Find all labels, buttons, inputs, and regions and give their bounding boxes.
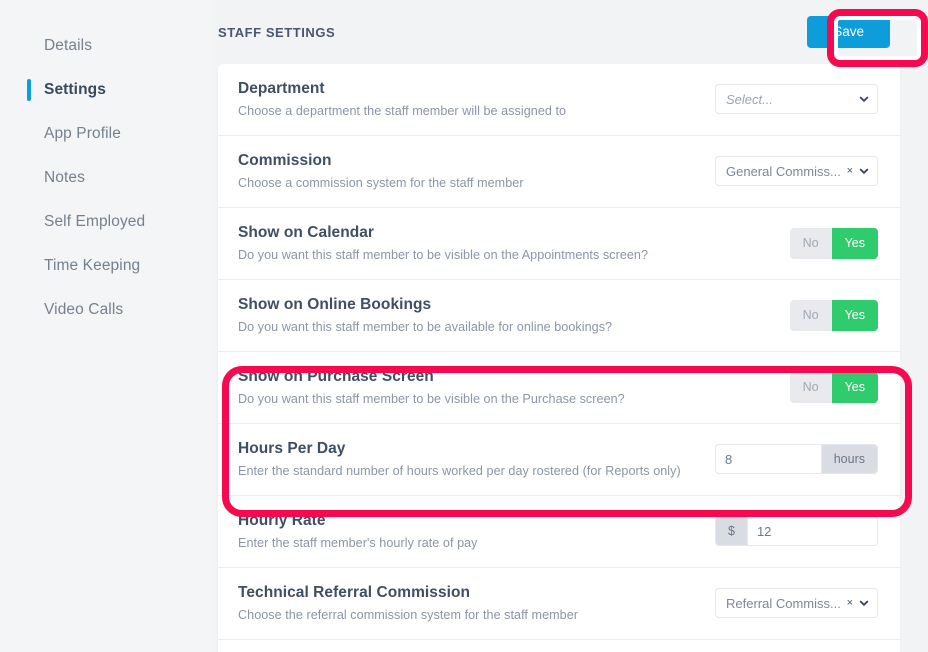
sidebar-item-label: Settings (44, 81, 106, 98)
row-description: Enter the staff member's hourly rate of … (238, 535, 478, 550)
sidebar-item-time-keeping[interactable]: Time Keeping (0, 244, 212, 288)
currency-addon: $ (716, 517, 748, 546)
hours-per-day-input[interactable] (716, 445, 821, 474)
row-control: hours (715, 444, 878, 475)
toggle-option-no[interactable]: No (789, 300, 832, 331)
row-control: No Yes (789, 372, 878, 403)
technical-referral-commission-select[interactable]: Referral Commiss... × (715, 588, 878, 619)
department-select-value: Select... (726, 91, 773, 107)
hourly-rate-input-group: $ (715, 516, 878, 547)
sidebar-item-settings[interactable]: Settings (0, 68, 212, 112)
sidebar-item-label: Notes (44, 169, 85, 186)
toggle-option-no[interactable]: No (789, 228, 832, 259)
row-title: Hours Per Day (238, 439, 346, 457)
chevron-down-icon (859, 169, 869, 175)
row-text: Commission Choose a commission system fo… (238, 151, 524, 192)
toggle-option-yes[interactable]: Yes (831, 372, 878, 403)
row-show-on-calendar: Show on Calendar Do you want this staff … (218, 208, 900, 280)
hours-unit-addon: hours (820, 445, 877, 474)
row-technical-referral-commission: Technical Referral Commission Choose the… (218, 568, 900, 640)
row-description: Do you want this staff member to be visi… (238, 247, 649, 262)
sidebar: Details Settings App Profile Notes Self … (0, 0, 212, 652)
toggle-option-yes[interactable]: Yes (831, 228, 878, 259)
department-select[interactable]: Select... (715, 84, 878, 115)
sidebar-item-video-calls[interactable]: Video Calls (0, 288, 212, 332)
row-text: Technical Referral Commission Choose the… (238, 583, 578, 624)
row-title: Show on Calendar (238, 223, 375, 241)
row-title: Commission (238, 151, 332, 169)
sidebar-item-label: Details (44, 37, 93, 54)
row-description: Do you want this staff member to be avai… (238, 319, 613, 334)
row-text: Hours Per Day Enter the standard number … (238, 439, 681, 480)
row-title: Department (238, 80, 325, 97)
row-hourly-rate: Hourly Rate Enter the staff member's hou… (218, 496, 900, 568)
show-on-online-bookings-toggle[interactable]: No Yes (789, 300, 878, 331)
sidebar-item-label: Video Calls (44, 301, 124, 318)
main-content: STAFF SETTINGS Save Department Choose a … (212, 0, 928, 652)
staff-settings-card: Department Choose a department the staff… (218, 64, 900, 652)
show-on-purchase-screen-toggle[interactable]: No Yes (789, 372, 878, 403)
row-control: Referral Commiss... × (715, 588, 878, 619)
row-text: Show on Purchase Screen Do you want this… (238, 367, 625, 408)
row-control: No Yes (789, 300, 878, 331)
row-description: Enter the standard number of hours worke… (238, 463, 681, 478)
sidebar-item-details[interactable]: Details (0, 24, 212, 68)
sidebar-item-label: Self Employed (44, 213, 146, 230)
row-control: Select... (715, 84, 878, 115)
row-description: Choose the referral commission system fo… (238, 607, 579, 622)
row-control: General Commiss... × (715, 156, 878, 187)
toggle-option-yes[interactable]: Yes (831, 300, 878, 331)
row-show-on-online-bookings: Show on Online Bookings Do you want this… (218, 280, 900, 352)
row-title: Hourly Rate (238, 511, 326, 529)
sidebar-item-label: App Profile (44, 125, 121, 142)
row-description: Do you want this staff member to be visi… (238, 391, 625, 406)
row-control: No Yes (789, 228, 878, 259)
row-department: Department Choose a department the staff… (218, 64, 900, 136)
toggle-option-no[interactable]: No (789, 372, 832, 403)
row-text: Show on Online Bookings Do you want this… (238, 295, 612, 336)
page-header: STAFF SETTINGS Save (212, 0, 908, 64)
sidebar-item-self-employed[interactable]: Self Employed (0, 200, 212, 244)
show-on-calendar-toggle[interactable]: No Yes (789, 228, 878, 259)
clear-icon[interactable]: × (847, 165, 853, 177)
chevron-down-icon (859, 97, 869, 103)
row-show-on-purchase-screen: Show on Purchase Screen Do you want this… (218, 352, 900, 424)
row-commission: Commission Choose a commission system fo… (218, 136, 900, 208)
row-text: Show on Calendar Do you want this staff … (238, 223, 648, 264)
commission-select[interactable]: General Commiss... × (715, 156, 878, 187)
row-title: Show on Online Bookings (238, 295, 432, 313)
page-title: STAFF SETTINGS (218, 24, 336, 40)
row-title: Technical Referral Commission (238, 583, 471, 601)
chevron-down-icon (859, 600, 869, 606)
sidebar-item-app-profile[interactable]: App Profile (0, 112, 212, 156)
sidebar-item-label: Time Keeping (44, 257, 141, 274)
row-control: $ (715, 516, 878, 547)
hours-per-day-input-group: hours (715, 444, 878, 475)
row-title: Show on Purchase Screen (238, 367, 434, 385)
row-hours-per-day: Hours Per Day Enter the standard number … (218, 424, 900, 496)
active-indicator (27, 79, 31, 101)
hourly-rate-input[interactable] (747, 517, 877, 546)
sidebar-item-notes[interactable]: Notes (0, 156, 212, 200)
technical-referral-commission-select-value: Referral Commiss... (726, 595, 841, 611)
row-text: Department Choose a department the staff… (238, 79, 566, 120)
row-staff-color: Staff Color Select the colour of the sta… (218, 640, 900, 652)
row-description: Choose a department the staff member wil… (238, 103, 567, 118)
commission-select-value: General Commiss... (726, 163, 841, 179)
save-button[interactable]: Save (807, 16, 890, 48)
clear-icon[interactable]: × (847, 597, 853, 609)
app-root: Details Settings App Profile Notes Self … (0, 0, 928, 652)
row-description: Choose a commission system for the staff… (238, 175, 524, 190)
row-text: Hourly Rate Enter the staff member's hou… (238, 511, 478, 552)
